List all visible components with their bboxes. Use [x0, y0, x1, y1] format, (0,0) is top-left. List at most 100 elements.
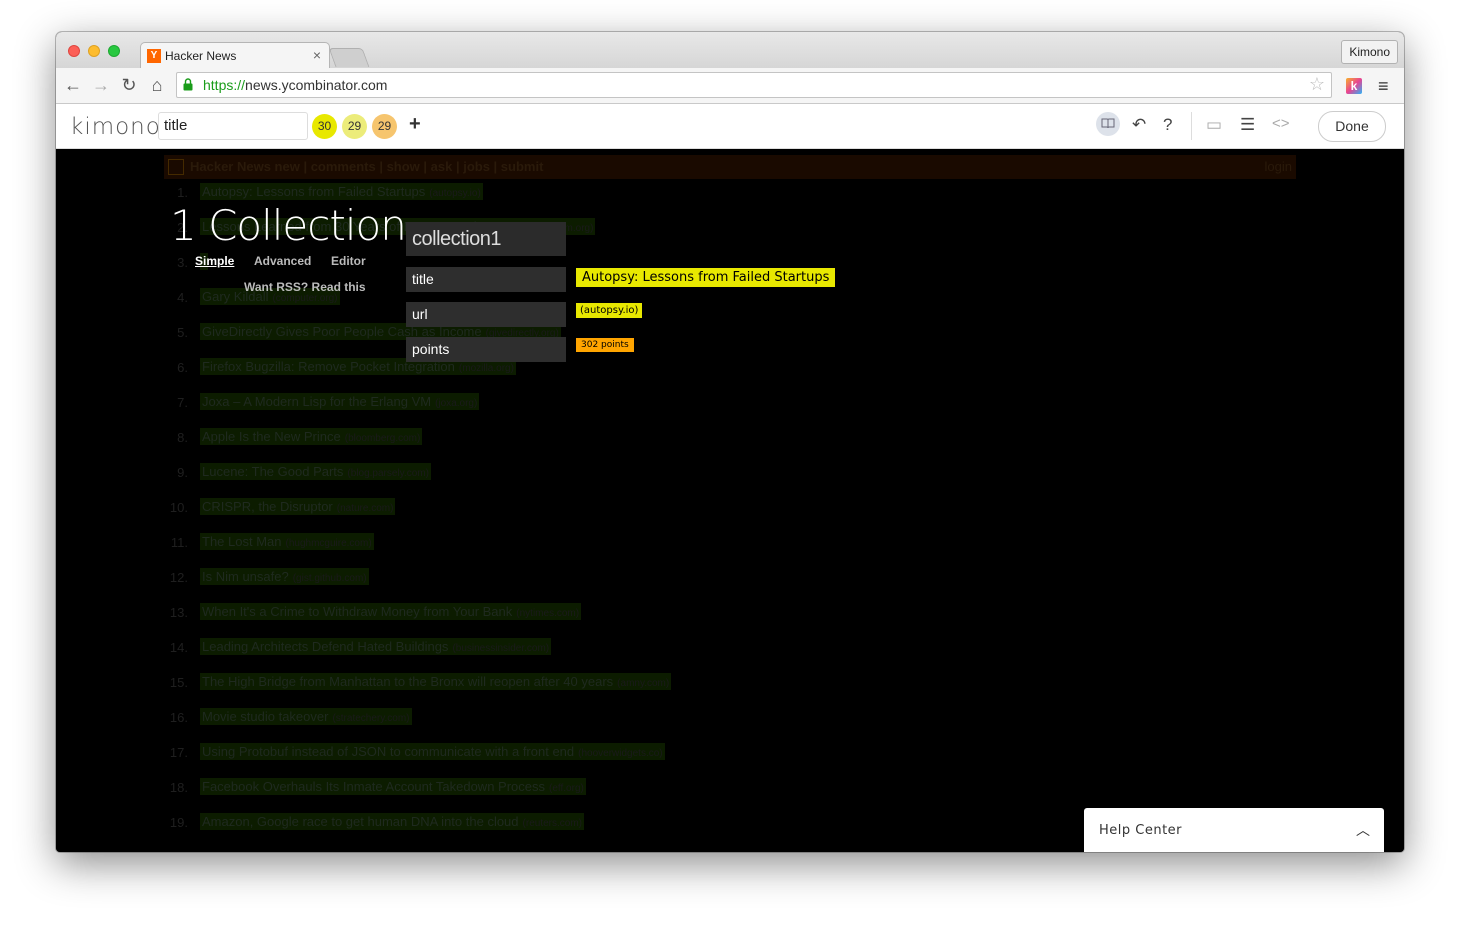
hn-story-row: 11. The Lost Man (hughmcguire.com) — [164, 529, 1296, 564]
story-title-link[interactable]: Facebook Overhauls Its Inmate Account Ta… — [200, 778, 586, 795]
story-title-link[interactable]: CRISPR, the Disruptor (nature.com) — [200, 498, 396, 515]
property-field-title[interactable]: title — [406, 267, 566, 292]
new-tab-button[interactable] — [328, 48, 370, 67]
url-text: https://news.ycombinator.com — [203, 77, 387, 93]
help-center-widget[interactable]: Help Center ︿ — [1084, 808, 1384, 852]
chevron-up-icon[interactable]: ︿ — [1356, 820, 1370, 840]
story-title-link[interactable]: When It's a Crime to Withdraw Money from… — [200, 603, 582, 620]
story-rank: 5. — [177, 325, 188, 340]
story-title-link[interactable]: Using Protobuf instead of JSON to commun… — [200, 743, 665, 760]
story-site: (computer.org) — [272, 293, 338, 304]
story-title-link[interactable]: Is Nim unsafe? (gist.github.com) — [200, 568, 369, 585]
story-site: (eff.org) — [549, 783, 584, 794]
kimono-extension-icon[interactable]: k — [1346, 78, 1362, 94]
story-title-link[interactable]: Joxa – A Modern Lisp for the Erlang VM (j… — [200, 393, 480, 410]
home-icon[interactable]: ⌂ — [146, 74, 168, 96]
collection-name-field[interactable]: collection1 — [406, 222, 566, 256]
story-title-link[interactable]: Movie studio takeover (stratechery.com) — [200, 708, 412, 725]
monitor-icon[interactable]: ▭ — [1206, 115, 1222, 135]
story-site: (mozilla.org) — [458, 363, 514, 374]
hn-story-row: 15. The High Bridge from Manhattan to the… — [164, 669, 1296, 704]
property-value-points: 302 points — [576, 338, 634, 352]
property-count-badge[interactable]: 29 — [372, 114, 397, 139]
forward-arrow-icon[interactable]: → — [90, 74, 112, 96]
story-rank: 3. — [177, 255, 188, 270]
story-rank: 12. — [169, 570, 188, 585]
story-rank: 4. — [177, 290, 188, 305]
story-title: Autopsy: Lessons from Failed Startups — [202, 184, 426, 199]
story-rank: 13. — [169, 605, 188, 620]
hn-story-row: 7. Joxa – A Modern Lisp for the Erlang VM… — [164, 389, 1296, 424]
property-field-url[interactable]: url — [406, 302, 566, 327]
story-title-link[interactable]: Autopsy: Lessons from Failed Startups (au… — [200, 183, 483, 200]
minimize-window-button[interactable] — [88, 45, 100, 57]
story-rank: 9. — [177, 465, 188, 480]
story-title: Facebook Overhauls Its Inmate Account Ta… — [202, 779, 545, 794]
tab-editor[interactable]: Editor — [331, 254, 366, 268]
help-question-icon[interactable]: ? — [1163, 115, 1172, 135]
story-site: (bloomberg.com) — [344, 433, 421, 444]
property-field-points[interactable]: points — [406, 337, 566, 362]
collection-heading: 1 Collection — [170, 201, 407, 250]
url-scheme: https:// — [203, 77, 246, 93]
list-view-icon[interactable]: ☰ — [1240, 115, 1255, 135]
story-title-link[interactable]: Apple Is the New Prince (bloomberg.com) — [200, 428, 423, 445]
bookmark-star-icon[interactable]: ☆ — [1309, 74, 1325, 95]
property-name-input[interactable]: title — [158, 112, 308, 140]
story-title-link[interactable]: Leading Architects Defend Hated Building… — [200, 638, 552, 655]
property-count-badge[interactable]: 29 — [342, 114, 367, 139]
browser-tab[interactable]: Y Hacker News × — [140, 42, 330, 69]
story-site: (nature.com) — [336, 503, 394, 514]
tab-close-icon[interactable]: × — [313, 47, 321, 63]
hn-story-row: 10. CRISPR, the Disruptor (nature.com) — [164, 494, 1296, 529]
story-rank: 10. — [169, 500, 188, 515]
property-value-title: Autopsy: Lessons from Failed Startups — [576, 268, 836, 287]
undo-icon[interactable]: ↶ — [1132, 115, 1146, 135]
hn-story-row: 9. Lucene: The Good Parts (blog.parsely.co… — [164, 459, 1296, 494]
hn-story-row: 18. Facebook Overhauls Its Inmate Account… — [164, 774, 1296, 809]
back-arrow-icon[interactable]: ← — [62, 74, 84, 96]
story-title-link[interactable]: Lucene: The Good Parts (blog.parsely.com) — [200, 463, 431, 480]
done-button[interactable]: Done — [1318, 111, 1386, 142]
story-rank: 7. — [177, 395, 188, 410]
tab-advanced[interactable]: Advanced — [254, 254, 311, 268]
code-icon[interactable]: <> — [1272, 115, 1290, 132]
help-center-label: Help Center — [1099, 823, 1183, 838]
close-window-button[interactable] — [68, 45, 80, 57]
hn-story-row: 17. Using Protobuf instead of JSON to com… — [164, 739, 1296, 774]
hn-story-row: 14. Leading Architects Defend Hated Build… — [164, 634, 1296, 669]
story-title: The Lost Man — [202, 534, 282, 549]
story-title-link[interactable]: Amazon, Google race to get human DNA int… — [200, 813, 584, 830]
story-rank: 15. — [169, 675, 188, 690]
book-glyph-icon — [1101, 118, 1115, 129]
page-content: Hacker News new | comments | show | ask … — [56, 149, 1404, 852]
story-title: Joxa – A Modern Lisp for the Erlang VM — [202, 394, 432, 409]
browser-window: Y Hacker News × Kimono ← → ↻ ⌂ https://n… — [56, 32, 1404, 852]
story-rank: 19. — [169, 815, 188, 830]
story-title: Lucene: The Good Parts — [202, 464, 344, 479]
reload-icon[interactable]: ↻ — [118, 74, 140, 96]
story-title: Apple Is the New Prince — [202, 429, 341, 444]
address-bar[interactable]: https://news.ycombinator.com ☆ — [176, 72, 1332, 98]
profile-button[interactable]: Kimono — [1341, 40, 1398, 64]
hn-header: Hacker News new | comments | show | ask … — [164, 155, 1296, 179]
hn-story-row: 13. When It's a Crime to Withdraw Money f… — [164, 599, 1296, 634]
hn-login-link[interactable]: login — [1265, 159, 1292, 174]
story-title: Using Protobuf instead of JSON to commun… — [202, 744, 575, 759]
story-title-link[interactable]: The Lost Man (hughmcguire.com) — [200, 533, 374, 550]
browser-menu-icon[interactable]: ≡ — [1378, 76, 1389, 97]
tab-simple[interactable]: Simple — [195, 254, 234, 268]
add-property-button[interactable]: + — [409, 113, 421, 136]
story-title: Is Nim unsafe? — [202, 569, 289, 584]
book-icon[interactable] — [1096, 112, 1120, 136]
story-title: The High Bridge from Manhattan to the Br… — [202, 674, 614, 689]
story-title-link[interactable]: The High Bridge from Manhattan to the Br… — [200, 673, 672, 690]
browser-toolbar: ← → ↻ ⌂ https://news.ycombinator.com ☆ k… — [56, 68, 1404, 104]
story-title: When It's a Crime to Withdraw Money from… — [202, 604, 513, 619]
property-value-url: (autopsy.io) — [576, 303, 643, 318]
story-site: (reuters.com) — [522, 818, 582, 829]
property-count-badge[interactable]: 30 — [312, 114, 337, 139]
zoom-window-button[interactable] — [108, 45, 120, 57]
story-rank: 18. — [169, 780, 188, 795]
rss-link[interactable]: Want RSS? Read this — [244, 280, 366, 294]
